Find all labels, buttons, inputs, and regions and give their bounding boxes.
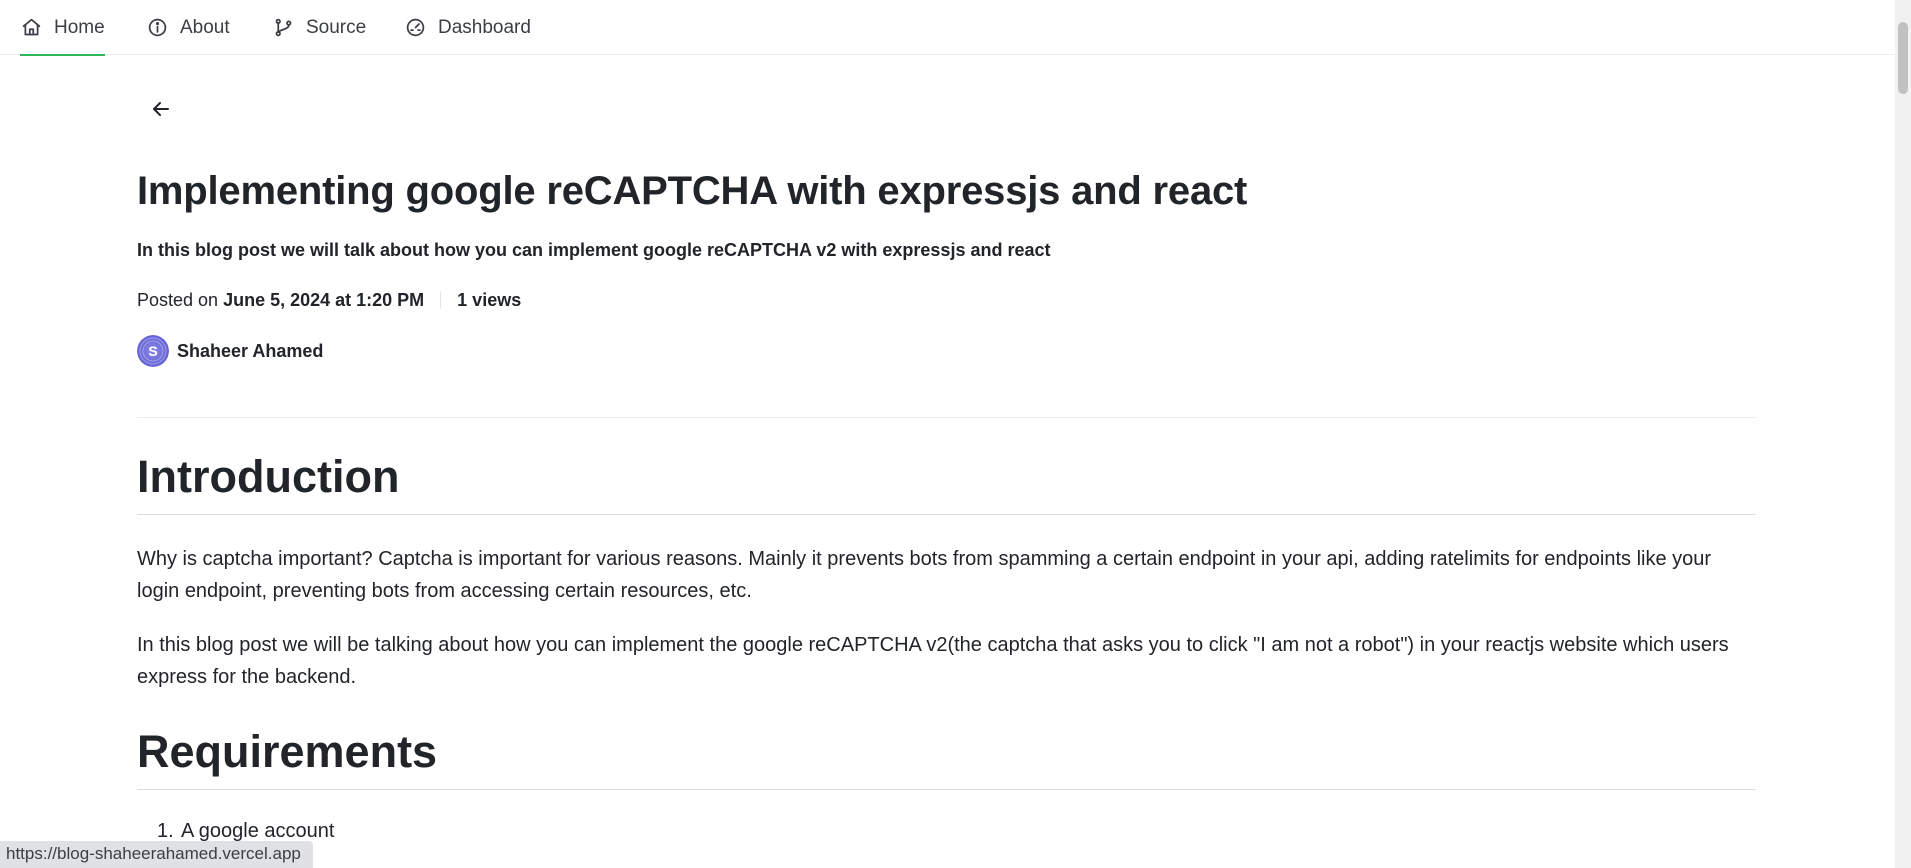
home-icon <box>20 17 42 39</box>
post-description: In this blog post we will talk about how… <box>137 240 1051 260</box>
post-title: Implementing google reCAPTCHA with expre… <box>137 169 1248 213</box>
nav-dashboard-label: Dashboard <box>438 16 531 38</box>
back-button[interactable] <box>147 95 175 123</box>
requirements-heading: Requirements <box>137 725 1756 790</box>
author[interactable]: S Shaheer Ahamed <box>137 335 323 367</box>
posted-date: June 5, 2024 at 1:20 PM <box>223 289 425 310</box>
git-branch-icon <box>272 17 294 39</box>
info-icon <box>146 17 168 39</box>
avatar-letter: S <box>148 343 157 359</box>
nav-home-label: Home <box>54 16 105 38</box>
vertical-scrollbar[interactable] <box>1895 0 1911 868</box>
nav-about[interactable]: About <box>146 0 230 55</box>
author-name: Shaheer Ahamed <box>177 340 324 361</box>
posted-prefix: Posted on <box>137 289 219 310</box>
top-nav: Home About Source Dashboard <box>0 0 1895 56</box>
nav-about-label: About <box>180 16 230 38</box>
scrollbar-thumb[interactable] <box>1898 22 1908 94</box>
introduction-heading: Introduction <box>137 450 1756 515</box>
link-preview-status: https://blog-shaheerahamed.vercel.app <box>0 841 313 868</box>
intro-paragraph-1: Why is captcha important? Captcha is imp… <box>137 548 1712 602</box>
header-divider <box>137 417 1756 418</box>
arrow-left-icon <box>153 102 169 116</box>
avatar: S <box>137 335 169 367</box>
nav-home[interactable]: Home <box>20 0 105 56</box>
gauge-icon <box>404 17 426 39</box>
intro-paragraph-2: In this blog post we will be talking abo… <box>137 634 1729 688</box>
post-meta: Posted on June 5, 2024 at 1:20 PM 1 view… <box>137 288 521 312</box>
nav-dashboard[interactable]: Dashboard <box>404 0 531 55</box>
nav-source[interactable]: Source <box>272 0 366 55</box>
view-count: 1 views <box>457 289 522 310</box>
nav-source-label: Source <box>306 16 367 38</box>
browser-viewport: Home About Source Dashboard Implementing… <box>0 0 1911 868</box>
meta-separator <box>440 291 442 309</box>
